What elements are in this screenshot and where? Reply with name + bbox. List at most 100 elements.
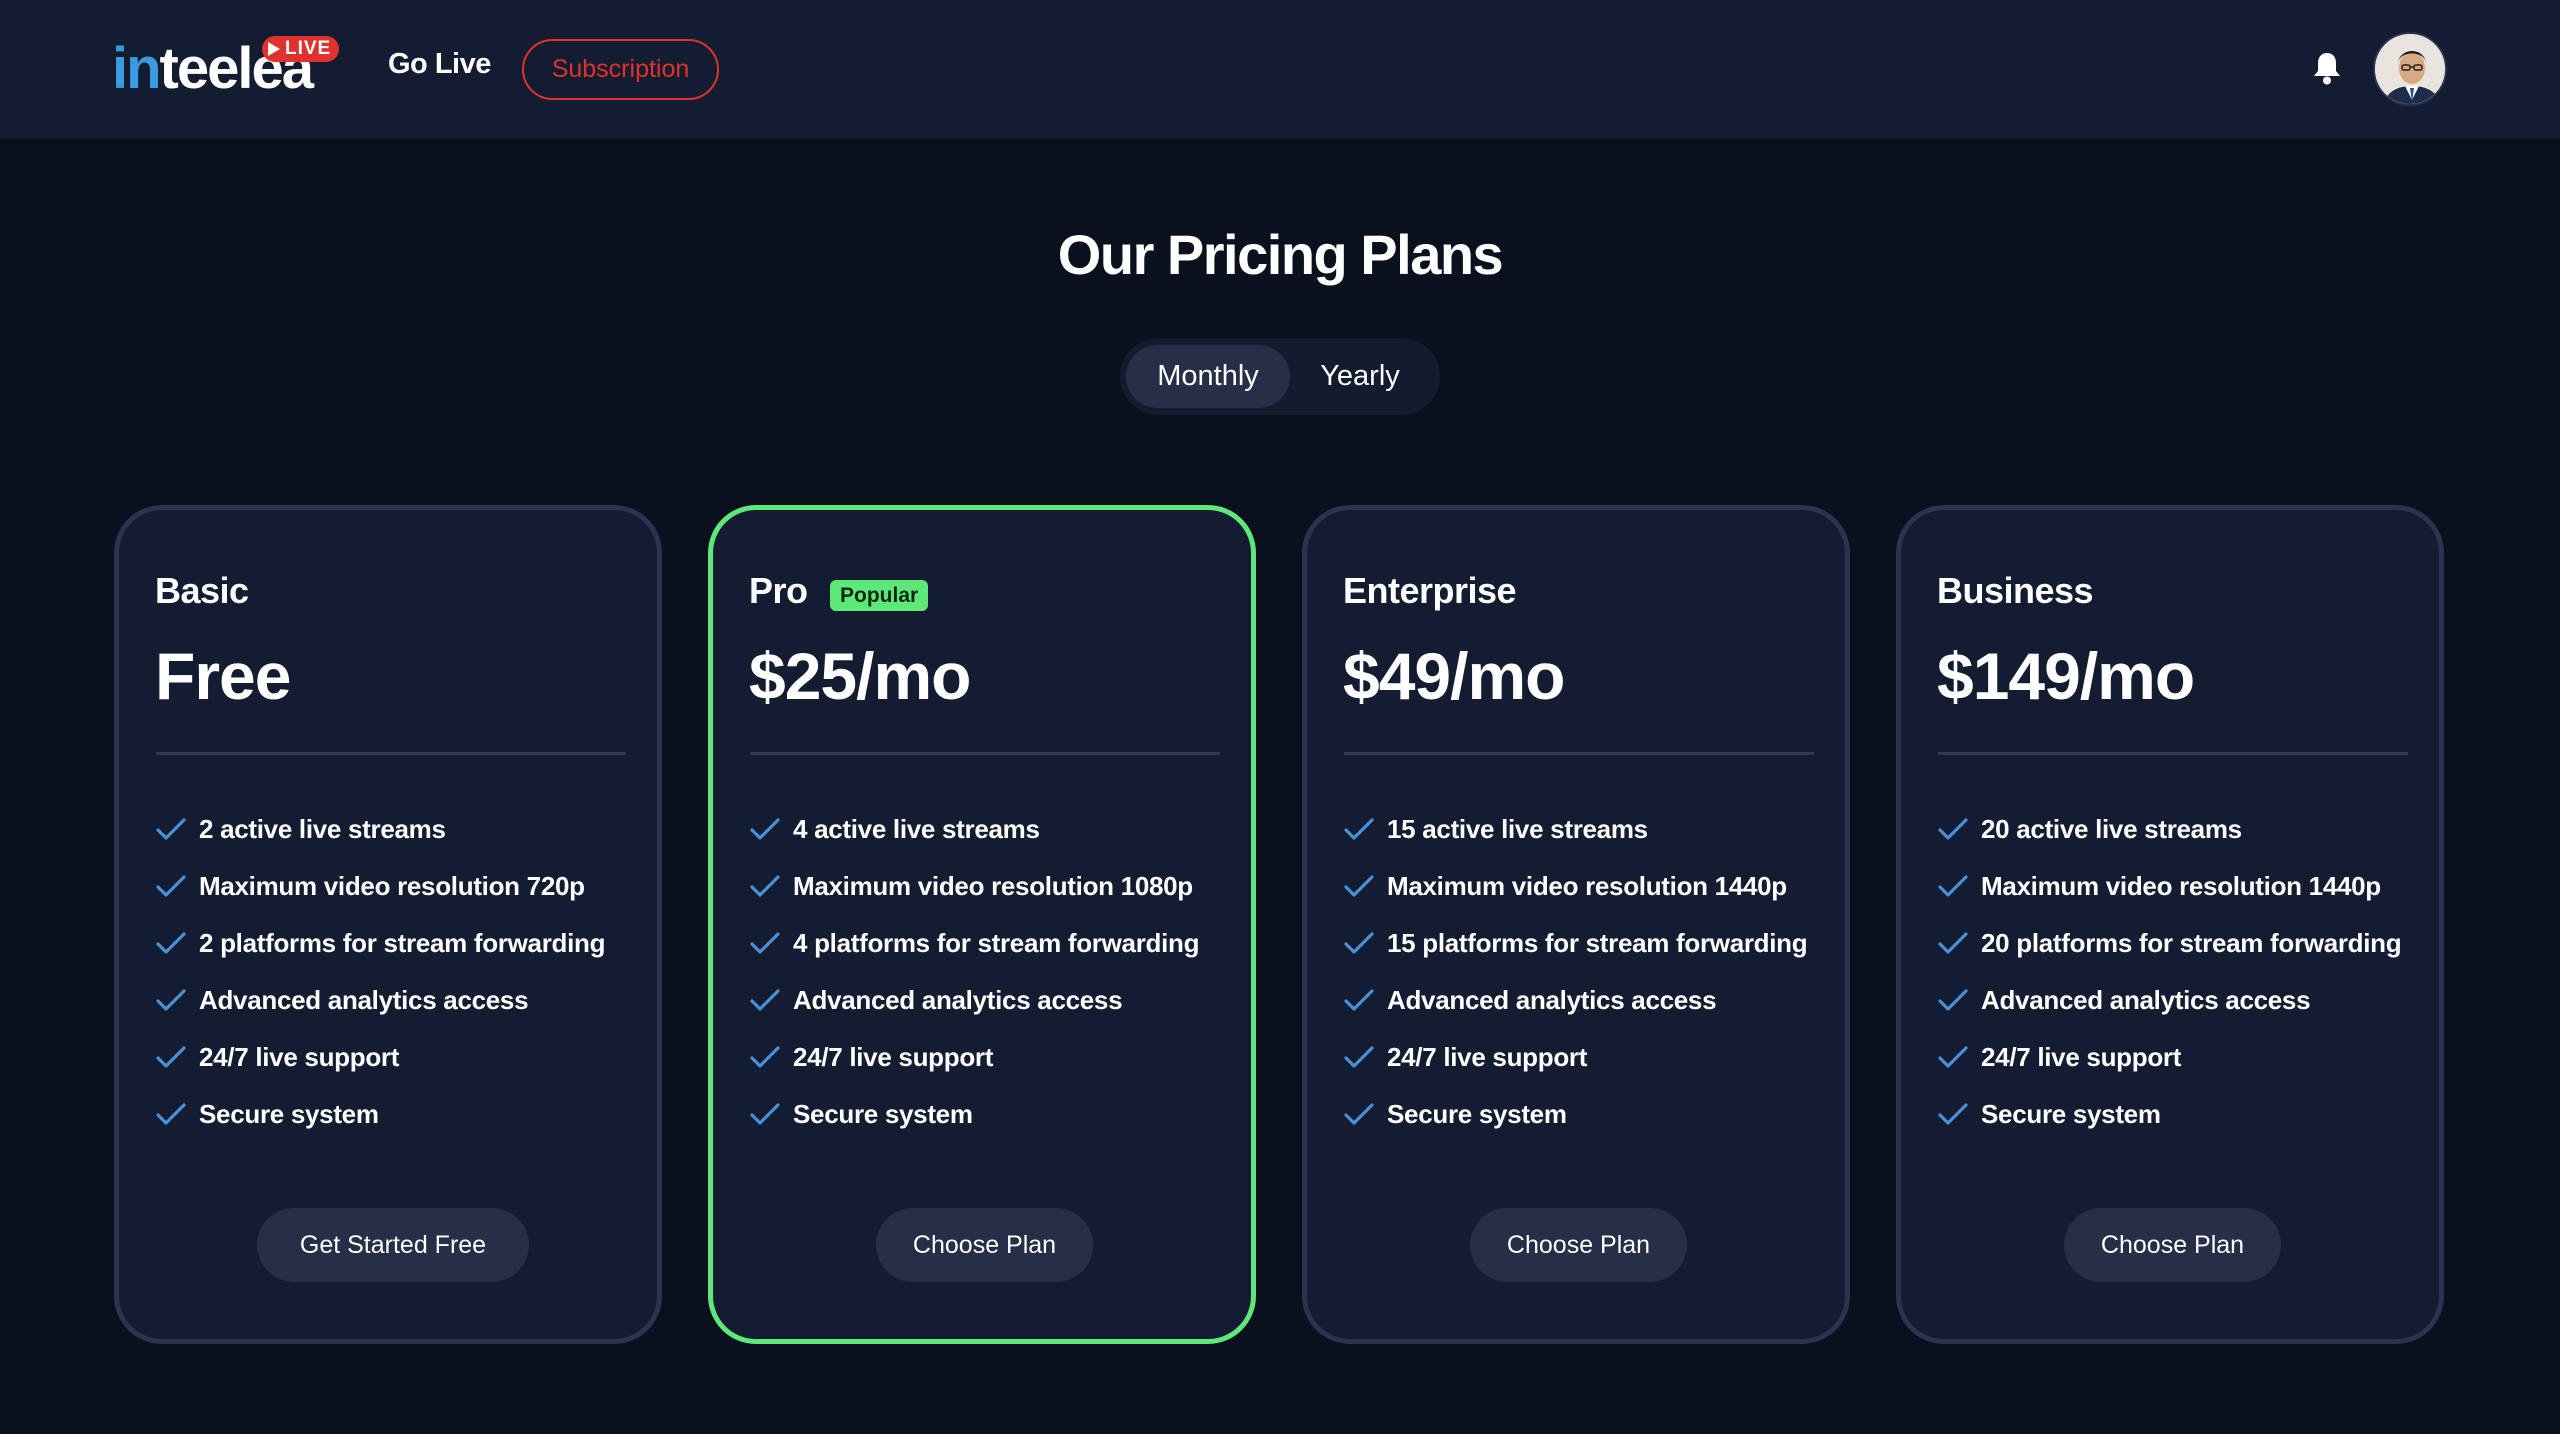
feature-item: Maximum video resolution 1440p bbox=[1343, 867, 1823, 906]
inteelea-logo[interactable]: inteelea LIVE bbox=[112, 30, 352, 108]
check-icon bbox=[1343, 1095, 1375, 1134]
check-icon bbox=[749, 924, 781, 963]
choose-plan-button[interactable]: Choose Plan bbox=[876, 1208, 1093, 1282]
check-icon bbox=[1343, 810, 1375, 849]
feature-item: Advanced analytics access bbox=[1343, 981, 1823, 1020]
check-icon bbox=[155, 810, 187, 849]
feature-text: 15 platforms for stream forwarding bbox=[1387, 928, 1808, 958]
plan-card-pro: Pro Popular $25/mo 4 active live streams… bbox=[708, 505, 1256, 1344]
feature-item: 4 active live streams bbox=[749, 810, 1229, 849]
plan-card-enterprise: Enterprise $49/mo 15 active live streams… bbox=[1302, 505, 1850, 1344]
check-icon bbox=[749, 867, 781, 906]
check-icon bbox=[1343, 1038, 1375, 1077]
feature-item: 24/7 live support bbox=[155, 1038, 635, 1077]
feature-item: Maximum video resolution 1080p bbox=[749, 867, 1229, 906]
feature-item: Secure system bbox=[155, 1095, 635, 1134]
plan-price: Free bbox=[155, 639, 291, 713]
feature-text: 24/7 live support bbox=[1387, 1042, 1588, 1072]
feature-item: 15 platforms for stream forwarding bbox=[1343, 924, 1823, 963]
feature-text: Maximum video resolution 1440p bbox=[1981, 871, 2381, 901]
check-icon bbox=[749, 981, 781, 1020]
bell-icon[interactable] bbox=[2311, 50, 2343, 86]
feature-text: 15 active live streams bbox=[1387, 814, 1648, 844]
plan-price: $49/mo bbox=[1343, 639, 1565, 713]
logo-wordmark-accent: in bbox=[112, 36, 162, 101]
choose-plan-button[interactable]: Choose Plan bbox=[2064, 1208, 2281, 1282]
feature-item: Secure system bbox=[1343, 1095, 1823, 1134]
check-icon bbox=[1937, 1038, 1969, 1077]
feature-text: Maximum video resolution 1080p bbox=[793, 871, 1193, 901]
play-icon bbox=[268, 42, 280, 56]
billing-toggle: Monthly Yearly bbox=[1120, 338, 1440, 415]
feature-text: 20 active live streams bbox=[1981, 814, 2242, 844]
feature-item: 24/7 live support bbox=[749, 1038, 1229, 1077]
toggle-monthly[interactable]: Monthly bbox=[1126, 345, 1290, 408]
page-title: Our Pricing Plans bbox=[1057, 223, 1504, 286]
live-badge: LIVE bbox=[262, 36, 340, 62]
plan-price: $149/mo bbox=[1937, 639, 2195, 713]
feature-item: 15 active live streams bbox=[1343, 810, 1823, 849]
plan-name: Pro bbox=[749, 570, 808, 611]
feature-text: Advanced analytics access bbox=[1981, 985, 2311, 1015]
user-avatar[interactable] bbox=[2373, 32, 2447, 106]
feature-item: Advanced analytics access bbox=[155, 981, 635, 1020]
feature-text: Maximum video resolution 1440p bbox=[1387, 871, 1787, 901]
popular-badge: Popular bbox=[830, 580, 929, 611]
feature-list: 2 active live streams Maximum video resol… bbox=[155, 810, 635, 1152]
feature-item: Secure system bbox=[1937, 1095, 2417, 1134]
card-divider bbox=[1938, 752, 2408, 755]
feature-item: Maximum video resolution 720p bbox=[155, 867, 635, 906]
nav-subscription-button[interactable]: Subscription bbox=[522, 39, 719, 100]
feature-list: 4 active live streams Maximum video resol… bbox=[749, 810, 1229, 1152]
check-icon bbox=[1343, 924, 1375, 963]
feature-item: 4 platforms for stream forwarding bbox=[749, 924, 1229, 963]
plan-price: $25/mo bbox=[749, 639, 971, 713]
feature-text: Secure system bbox=[1387, 1099, 1567, 1129]
check-icon bbox=[155, 981, 187, 1020]
check-icon bbox=[155, 1038, 187, 1077]
feature-list: 15 active live streams Maximum video reso… bbox=[1343, 810, 1823, 1152]
get-started-free-button[interactable]: Get Started Free bbox=[257, 1208, 529, 1282]
feature-text: Advanced analytics access bbox=[793, 985, 1123, 1015]
plan-name: Basic bbox=[155, 570, 249, 611]
feature-item: 24/7 live support bbox=[1343, 1038, 1823, 1077]
feature-text: 2 active live streams bbox=[199, 814, 446, 844]
feature-item: Advanced analytics access bbox=[1937, 981, 2417, 1020]
check-icon bbox=[749, 810, 781, 849]
feature-text: Secure system bbox=[199, 1099, 379, 1129]
feature-item: Advanced analytics access bbox=[749, 981, 1229, 1020]
check-icon bbox=[749, 1038, 781, 1077]
plan-name: Enterprise bbox=[1343, 570, 1517, 611]
feature-text: 24/7 live support bbox=[1981, 1042, 2182, 1072]
feature-text: 4 active live streams bbox=[793, 814, 1040, 844]
feature-text: Secure system bbox=[793, 1099, 973, 1129]
check-icon bbox=[155, 867, 187, 906]
card-divider bbox=[750, 752, 1220, 755]
feature-item: Secure system bbox=[749, 1095, 1229, 1134]
check-icon bbox=[1937, 810, 1969, 849]
top-navbar: inteelea LIVE Go Live Subscription bbox=[0, 0, 2560, 139]
feature-item: 2 platforms for stream forwarding bbox=[155, 924, 635, 963]
feature-item: 20 active live streams bbox=[1937, 810, 2417, 849]
card-divider bbox=[156, 752, 626, 755]
feature-text: 4 platforms for stream forwarding bbox=[793, 928, 1200, 958]
plan-name: Business bbox=[1937, 570, 2094, 611]
toggle-yearly[interactable]: Yearly bbox=[1290, 345, 1430, 408]
nav-go-live-link[interactable]: Go Live bbox=[388, 48, 491, 81]
plan-card-business: Business $149/mo 20 active live streams M… bbox=[1896, 505, 2444, 1344]
feature-text: 20 platforms for stream forwarding bbox=[1981, 928, 2402, 958]
check-icon bbox=[1343, 867, 1375, 906]
feature-text: 2 platforms for stream forwarding bbox=[199, 928, 606, 958]
check-icon bbox=[1937, 1095, 1969, 1134]
card-divider bbox=[1344, 752, 1814, 755]
feature-text: 24/7 live support bbox=[793, 1042, 994, 1072]
choose-plan-button[interactable]: Choose Plan bbox=[1470, 1208, 1687, 1282]
pricing-page: inteelea LIVE Go Live Subscription Our P… bbox=[0, 0, 2560, 1434]
check-icon bbox=[749, 1095, 781, 1134]
check-icon bbox=[1343, 981, 1375, 1020]
feature-text: Secure system bbox=[1981, 1099, 2161, 1129]
check-icon bbox=[1937, 924, 1969, 963]
feature-item: Maximum video resolution 1440p bbox=[1937, 867, 2417, 906]
check-icon bbox=[155, 924, 187, 963]
check-icon bbox=[155, 1095, 187, 1134]
